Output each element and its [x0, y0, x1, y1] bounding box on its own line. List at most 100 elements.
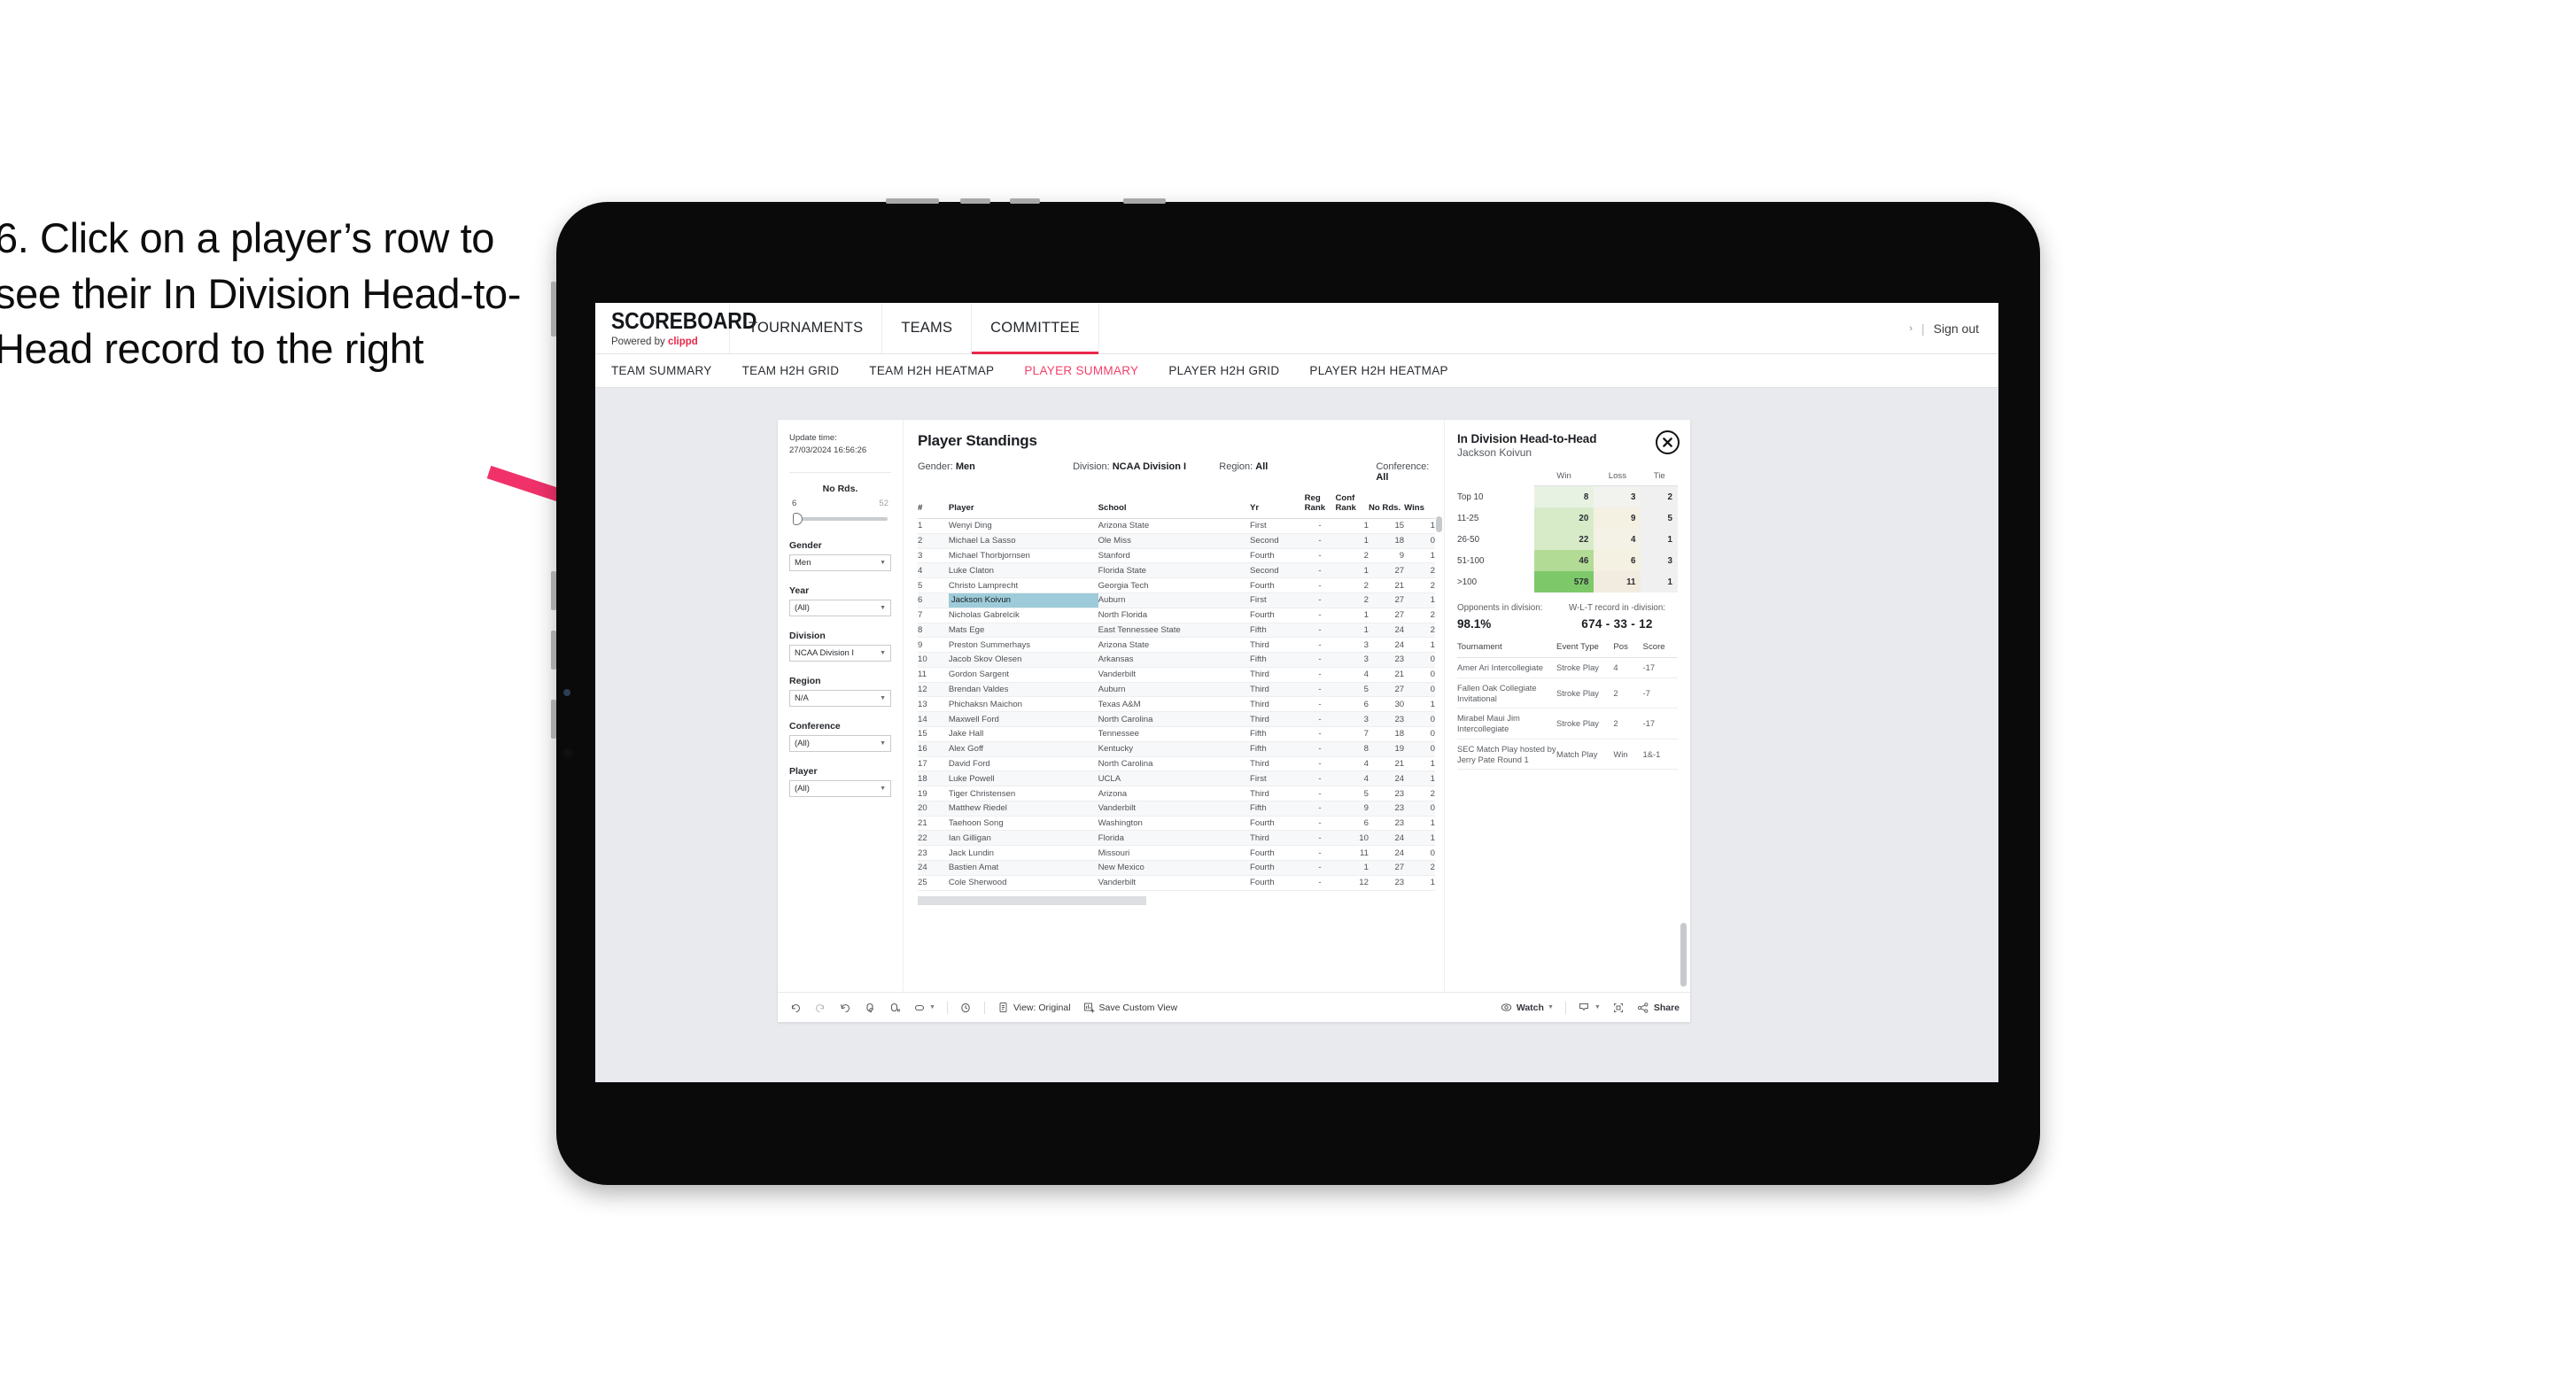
standings-vertical-scrollbar[interactable] — [1436, 516, 1442, 532]
row-year: Fourth — [1250, 875, 1305, 891]
subtab-team-summary[interactable]: TEAM SUMMARY — [611, 364, 712, 377]
row-reg-rank: - — [1304, 562, 1336, 579]
redo-icon[interactable] — [813, 1001, 826, 1014]
no-rounds-slider[interactable] — [789, 512, 891, 526]
watch-dropdown[interactable]: Watch ▼ — [1500, 1001, 1554, 1014]
col-player[interactable]: Player — [948, 493, 1098, 520]
app-logo[interactable]: SCOREBOARD Powered by clippd — [595, 303, 757, 353]
download-dropdown[interactable]: ▼ — [1578, 1001, 1601, 1014]
col-year[interactable]: Yr — [1250, 493, 1305, 520]
h2h-tie-cell: 1 — [1641, 571, 1678, 592]
revert-icon[interactable] — [838, 1001, 851, 1014]
row-year: Fifth — [1250, 801, 1305, 817]
table-row[interactable]: 13 Phichaksn Maichon Texas A&M Third -6 30 1 — [918, 696, 1435, 713]
row-year: Fifth — [1250, 741, 1305, 757]
table-row[interactable]: 4 Luke Claton Florida State Second -1 27 2 — [918, 562, 1435, 579]
clock-icon[interactable] — [959, 1001, 973, 1014]
subtab-player-h2h-heatmap[interactable]: PLAYER H2H HEATMAP — [1309, 364, 1447, 377]
table-row[interactable]: 21 Taehoon Song Washington Fourth -6 23 1 — [918, 816, 1435, 832]
opponents-in-division-stat: Opponents in division: 98.1% — [1457, 603, 1556, 631]
table-row[interactable]: 3 Michael Thorbjornsen Stanford Fourth -2 9 1 — [918, 548, 1435, 564]
player-standings-panel: Player Standings Gender: Men Division: N… — [904, 420, 1444, 992]
table-row[interactable]: 12 Brendan Valdes Auburn Third -5 27 0 — [918, 682, 1435, 698]
row-no-rds: 18 — [1368, 726, 1405, 742]
row-rank: 18 — [918, 770, 949, 787]
row-year: Fourth — [1250, 548, 1305, 564]
col-reg-rank[interactable]: Reg Rank — [1304, 493, 1336, 520]
table-row[interactable]: 7 Nicholas Gabrelcik North Florida Fourth -1… — [918, 608, 1435, 623]
filter-gender-label: Gender — [789, 539, 822, 551]
row-school: Washington — [1098, 816, 1251, 832]
row-school: East Tennessee State — [1098, 623, 1251, 639]
tournament-table-head: Tournament Event Type Pos Score — [1457, 642, 1678, 658]
row-wins: 0 — [1404, 533, 1435, 549]
row-school: Kentucky — [1098, 741, 1251, 757]
table-row[interactable]: 18 Luke Powell UCLA First -4 24 1 — [918, 770, 1435, 787]
highlight-dropdown[interactable]: ▼ — [912, 1001, 935, 1014]
filter-division-select[interactable]: NCAA Division I ▼ — [789, 644, 891, 662]
subtab-team-h2h-heatmap[interactable]: TEAM H2H HEATMAP — [869, 364, 994, 377]
header-right-group: › | Sign out — [1909, 303, 1998, 353]
col-school[interactable]: School — [1098, 493, 1251, 520]
table-row[interactable]: 23 Jack Lundin Missouri Fourth -11 24 0 — [918, 845, 1435, 862]
nav-tab-tournaments[interactable]: TOURNAMENTS — [730, 303, 883, 353]
table-row[interactable]: 17 David Ford North Carolina Third -4 21 1 — [918, 756, 1435, 772]
undo-icon[interactable] — [788, 1001, 802, 1014]
filter-year-select[interactable]: (All) ▼ — [789, 599, 891, 616]
wlt-value: 674 - 33 - 12 — [1581, 617, 1653, 631]
subtab-player-summary[interactable]: PLAYER SUMMARY — [1024, 364, 1138, 377]
filter-gender-select[interactable]: Men ▼ — [789, 554, 891, 571]
table-row[interactable]: 24 Bastien Amat New Mexico Fourth -1 27 2 — [918, 860, 1435, 876]
table-row[interactable]: 15 Jake Hall Tennessee Fifth -7 18 0 — [918, 726, 1435, 742]
refresh-icon[interactable] — [863, 1001, 876, 1014]
nav-tab-teams[interactable]: TEAMS — [882, 303, 973, 353]
table-row[interactable]: 9 Preston Summerhays Arizona State Third -3 2… — [918, 637, 1435, 654]
table-row[interactable]: 8 Mats Ege East Tennessee State Fifth -1 24 2 — [918, 623, 1435, 639]
table-row[interactable]: 14 Maxwell Ford North Carolina Third -3 23 0 — [918, 711, 1435, 727]
table-row[interactable]: 19 Tiger Christensen Arizona Third -5 23 2 — [918, 786, 1435, 801]
row-player: Gordon Sargent — [948, 667, 1098, 683]
fullscreen-icon[interactable] — [1612, 1001, 1626, 1014]
chevron-right-icon[interactable]: › — [1909, 323, 1913, 334]
filter-player-select[interactable]: (All) ▼ — [789, 779, 891, 797]
tournament-pos: Win — [1613, 739, 1643, 770]
table-row[interactable]: 1 Wenyi Ding Arizona State First -1 15 1 — [918, 518, 1435, 534]
subtab-player-h2h-grid[interactable]: PLAYER H2H GRID — [1168, 364, 1279, 377]
table-row[interactable]: 10 Jacob Skov Olesen Arkansas Fifth -3 23 0 — [918, 652, 1435, 668]
nav-tab-committee[interactable]: COMMITTEE — [972, 303, 1099, 354]
tournament-row: SEC Match Play hosted by Jerry Pate Roun… — [1457, 739, 1678, 770]
standings-horizontal-scrollbar[interactable] — [918, 895, 1146, 905]
save-custom-view-button[interactable]: Save Custom View — [1082, 1001, 1177, 1014]
subtab-team-h2h-grid[interactable]: TEAM H2H GRID — [742, 364, 840, 377]
table-row[interactable]: 16 Alex Goff Kentucky Fifth -8 19 0 — [918, 741, 1435, 757]
tournament-scrollbar[interactable] — [1680, 923, 1687, 987]
row-year: Third — [1250, 756, 1305, 772]
filter-conference-select[interactable]: (All) ▼ — [789, 734, 891, 752]
row-rank: 1 — [918, 518, 949, 534]
sign-out-link[interactable]: Sign out — [1934, 321, 1979, 336]
filter-region-select[interactable]: N/A ▼ — [789, 689, 891, 707]
table-row[interactable]: 5 Christo Lamprecht Georgia Tech Fourth -2 21… — [918, 577, 1435, 593]
filter-region: Region N/A ▼ — [789, 676, 891, 707]
row-school: Stanford — [1098, 548, 1251, 564]
col-conf-rank[interactable]: Conf Rank — [1335, 493, 1369, 520]
row-player: David Ford — [948, 756, 1098, 772]
table-row[interactable]: 22 Ian Gilligan Florida Third -10 24 1 — [918, 830, 1435, 847]
close-icon[interactable] — [1656, 430, 1680, 454]
col-no-rds[interactable]: No Rds. — [1368, 493, 1405, 520]
col-tournament: Tournament — [1457, 642, 1557, 658]
summary-gender-value: Men — [955, 461, 975, 472]
pause-icon[interactable] — [888, 1001, 901, 1014]
share-button[interactable]: Share — [1637, 1001, 1680, 1014]
table-row[interactable]: 2 Michael La Sasso Ole Miss Second -1 18 0 — [918, 533, 1435, 549]
table-row[interactable]: 6 Jackson Koivun Auburn First -2 27 1 — [918, 592, 1435, 608]
table-row[interactable]: 11 Gordon Sargent Vanderbilt Third -4 21 0 — [918, 667, 1435, 683]
row-school: Texas A&M — [1098, 696, 1251, 713]
col-wins[interactable]: Wins — [1404, 493, 1435, 520]
table-row[interactable]: 20 Matthew Riedel Vanderbilt Fifth -9 23 0 — [918, 801, 1435, 817]
table-row[interactable]: 25 Cole Sherwood Vanderbilt Fourth -12 23 1 — [918, 875, 1435, 891]
col-rank[interactable]: # — [918, 493, 949, 520]
share-label: Share — [1653, 1002, 1680, 1013]
slider-handle[interactable] — [793, 512, 803, 525]
view-original-button[interactable]: View: Original — [997, 1001, 1071, 1014]
